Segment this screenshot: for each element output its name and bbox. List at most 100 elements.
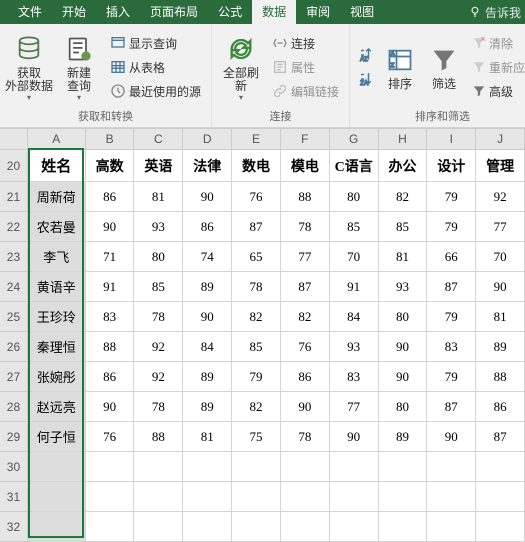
cell[interactable]: 92 bbox=[476, 182, 525, 212]
cell[interactable] bbox=[232, 512, 281, 542]
cell[interactable]: 89 bbox=[183, 392, 232, 422]
cell[interactable]: 82 bbox=[281, 302, 330, 332]
col-header[interactable]: H bbox=[379, 129, 428, 149]
edit-links-button[interactable]: 编辑链接 bbox=[268, 80, 343, 102]
connections-button[interactable]: 连接 bbox=[268, 32, 343, 54]
cell[interactable] bbox=[427, 452, 476, 482]
cell[interactable]: 84 bbox=[330, 302, 379, 332]
cell[interactable] bbox=[281, 482, 330, 512]
cell[interactable] bbox=[281, 452, 330, 482]
clear-filter-button[interactable]: 清除 bbox=[468, 32, 525, 54]
cell[interactable]: 81 bbox=[183, 422, 232, 452]
cell[interactable]: 89 bbox=[379, 422, 428, 452]
cell[interactable]: 81 bbox=[476, 302, 525, 332]
cell[interactable]: 85 bbox=[330, 212, 379, 242]
cell[interactable]: 90 bbox=[427, 422, 476, 452]
cell[interactable]: 79 bbox=[232, 362, 281, 392]
row-header[interactable]: 23 bbox=[0, 242, 28, 272]
cell[interactable]: 78 bbox=[281, 212, 330, 242]
cell[interactable]: 88 bbox=[476, 362, 525, 392]
cell[interactable] bbox=[281, 512, 330, 542]
row-header[interactable]: 22 bbox=[0, 212, 28, 242]
sort-button[interactable]: AZ 排序 bbox=[380, 31, 420, 103]
cell[interactable]: 86 bbox=[86, 182, 135, 212]
cell[interactable] bbox=[134, 512, 183, 542]
cell[interactable]: 70 bbox=[330, 242, 379, 272]
cell[interactable]: 93 bbox=[379, 272, 428, 302]
recent-sources-button[interactable]: 最近使用的源 bbox=[106, 80, 205, 102]
cell[interactable]: 90 bbox=[183, 182, 232, 212]
tab-home[interactable]: 开始 bbox=[52, 0, 96, 24]
cell[interactable]: 86 bbox=[183, 212, 232, 242]
cell[interactable]: 89 bbox=[476, 332, 525, 362]
cell[interactable]: 78 bbox=[134, 302, 183, 332]
cell[interactable]: 91 bbox=[86, 272, 135, 302]
advanced-filter-button[interactable]: 高级 bbox=[468, 80, 525, 102]
row-header[interactable]: 29 bbox=[0, 422, 28, 452]
cell[interactable]: 90 bbox=[183, 302, 232, 332]
cell[interactable] bbox=[183, 512, 232, 542]
cell[interactable]: 87 bbox=[427, 392, 476, 422]
cell[interactable] bbox=[183, 452, 232, 482]
cell[interactable]: 87 bbox=[232, 212, 281, 242]
cell[interactable]: 张婉彤 bbox=[28, 362, 86, 392]
cell[interactable]: 王珍玲 bbox=[28, 302, 86, 332]
cell[interactable] bbox=[330, 512, 379, 542]
cell[interactable] bbox=[134, 482, 183, 512]
cell[interactable]: 85 bbox=[232, 332, 281, 362]
cell[interactable]: 82 bbox=[232, 302, 281, 332]
tab-formula[interactable]: 公式 bbox=[208, 0, 252, 24]
sort-asc-button[interactable]: AZ bbox=[356, 44, 378, 66]
cell[interactable]: 农若曼 bbox=[28, 212, 86, 242]
cell[interactable] bbox=[86, 512, 135, 542]
cell[interactable]: 76 bbox=[232, 182, 281, 212]
cell[interactable] bbox=[476, 482, 525, 512]
cell[interactable]: 81 bbox=[379, 242, 428, 272]
cell[interactable]: 英语 bbox=[134, 150, 183, 182]
tab-insert[interactable]: 插入 bbox=[96, 0, 140, 24]
cell[interactable]: 86 bbox=[86, 362, 135, 392]
cell[interactable]: 77 bbox=[330, 392, 379, 422]
cell[interactable]: 78 bbox=[232, 272, 281, 302]
cell[interactable]: 90 bbox=[476, 272, 525, 302]
cell[interactable] bbox=[86, 452, 135, 482]
col-header[interactable]: I bbox=[427, 129, 476, 149]
cell[interactable]: C语言 bbox=[330, 150, 379, 182]
cell[interactable]: 80 bbox=[379, 302, 428, 332]
cell[interactable]: 93 bbox=[330, 332, 379, 362]
cell[interactable]: 82 bbox=[232, 392, 281, 422]
row-header[interactable]: 27 bbox=[0, 362, 28, 392]
tab-view[interactable]: 视图 bbox=[340, 0, 384, 24]
cell[interactable] bbox=[330, 482, 379, 512]
row-header[interactable]: 26 bbox=[0, 332, 28, 362]
cell[interactable]: 77 bbox=[476, 212, 525, 242]
cell[interactable]: 81 bbox=[134, 182, 183, 212]
cell[interactable] bbox=[330, 452, 379, 482]
cell[interactable] bbox=[232, 452, 281, 482]
cell[interactable]: 70 bbox=[476, 242, 525, 272]
show-query-button[interactable]: 显示查询 bbox=[106, 32, 205, 54]
cell[interactable]: 71 bbox=[86, 242, 135, 272]
cell[interactable]: 66 bbox=[427, 242, 476, 272]
cell[interactable] bbox=[28, 452, 86, 482]
cell[interactable]: 模电 bbox=[281, 150, 330, 182]
cell[interactable]: 93 bbox=[134, 212, 183, 242]
cell[interactable]: 79 bbox=[427, 182, 476, 212]
cell[interactable]: 管理 bbox=[476, 150, 525, 182]
cell[interactable]: 77 bbox=[281, 242, 330, 272]
select-all-corner[interactable] bbox=[0, 129, 28, 149]
cell[interactable] bbox=[183, 482, 232, 512]
cell[interactable]: 80 bbox=[379, 392, 428, 422]
cell[interactable]: 65 bbox=[232, 242, 281, 272]
cell[interactable]: 76 bbox=[281, 332, 330, 362]
col-header[interactable]: F bbox=[281, 129, 330, 149]
cell[interactable]: 设计 bbox=[427, 150, 476, 182]
cell[interactable] bbox=[379, 512, 428, 542]
refresh-all-button[interactable]: 全部刷新 ▾ bbox=[218, 31, 264, 103]
tab-data[interactable]: 数据 bbox=[252, 0, 296, 24]
row-header[interactable]: 21 bbox=[0, 182, 28, 212]
cell[interactable]: 92 bbox=[134, 362, 183, 392]
cell[interactable]: 周新荷 bbox=[28, 182, 86, 212]
properties-button[interactable]: 属性 bbox=[268, 56, 343, 78]
cell[interactable] bbox=[379, 452, 428, 482]
